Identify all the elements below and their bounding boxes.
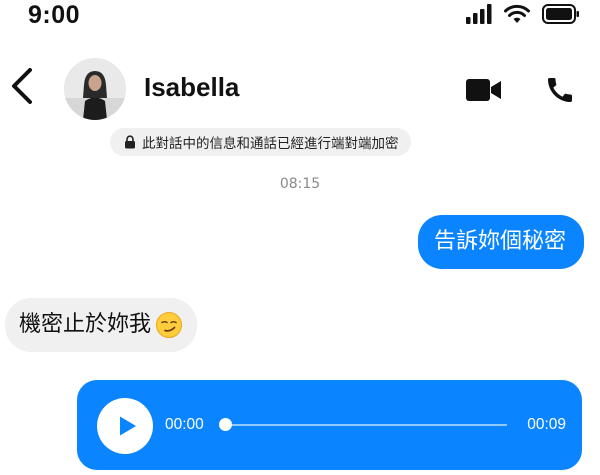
message-text: 機密止於妳我 [19, 312, 152, 337]
chat-screen: 9:00 Isabella 此對話中的信息和通話已經進行端對端加密 08:15 … [0, 0, 600, 475]
status-icons [466, 4, 580, 24]
voice-progress-knob[interactable] [218, 418, 232, 431]
chat-header: Isabella [0, 50, 600, 130]
wifi-icon [504, 4, 530, 24]
status-bar: 9:00 [0, 0, 600, 40]
play-button[interactable] [97, 398, 153, 454]
signal-bars-icon [466, 4, 492, 24]
encryption-notice-text: 此對話中的信息和通話已經進行端對端加密 [142, 136, 399, 152]
back-button[interactable] [8, 64, 38, 108]
back-arrow-icon [8, 68, 38, 112]
message-text: 告訴妳個秘密 [433, 229, 566, 254]
status-time: 9:00 [28, 1, 81, 29]
video-camera-icon [465, 79, 503, 108]
lock-icon [124, 135, 136, 149]
smirking-face-icon [155, 311, 183, 339]
voice-current-time: 00:00 [165, 416, 204, 433]
avatar[interactable] [64, 58, 126, 120]
outgoing-message-bubble[interactable]: 告訴妳個秘密 [417, 215, 584, 269]
encryption-notice[interactable]: 此對話中的信息和通話已經進行端對端加密 [110, 128, 411, 156]
voice-message-bubble: 00:00 00:09 [77, 380, 582, 470]
battery-icon [542, 4, 580, 24]
incoming-message-bubble[interactable]: 機密止於妳我 [5, 298, 198, 352]
video-call-button[interactable] [465, 76, 503, 104]
voice-call-button[interactable] [543, 74, 577, 106]
voice-duration: 00:09 [527, 416, 566, 433]
contact-name[interactable]: Isabella [144, 72, 239, 103]
phone-icon [543, 78, 577, 110]
message-timestamp: 08:15 [279, 176, 321, 192]
voice-progress-track[interactable] [225, 424, 507, 426]
